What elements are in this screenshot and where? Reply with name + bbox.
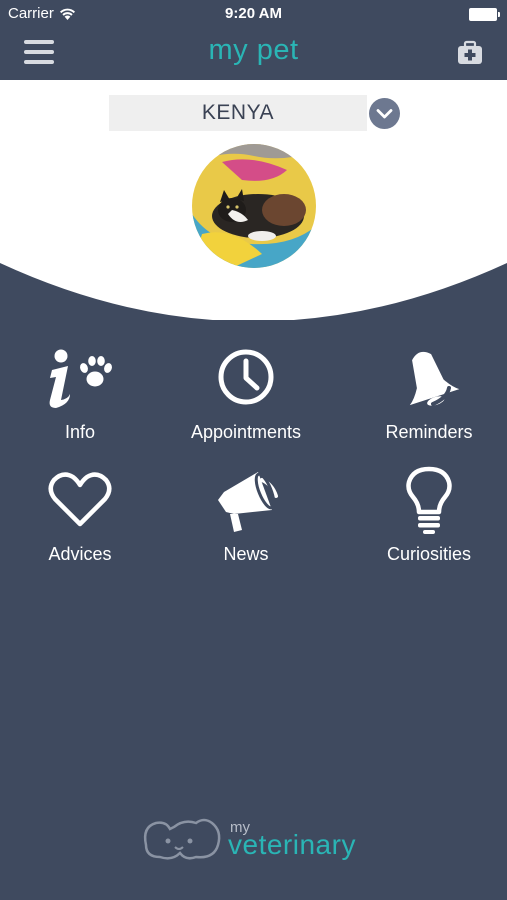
nav-bar: my pet bbox=[0, 28, 507, 80]
bell-icon bbox=[393, 344, 465, 416]
menu-item-info-label: Info bbox=[64, 422, 96, 442]
menu-item-curiosities-label: Curiosities bbox=[386, 544, 472, 564]
medical-kit-button[interactable] bbox=[457, 40, 483, 66]
menu-item-reminders[interactable]: Reminders bbox=[349, 344, 507, 454]
dog-cat-logo-icon bbox=[143, 818, 221, 860]
info-paw-icon bbox=[44, 344, 116, 416]
status-bar: Carrier 9:20 AM bbox=[0, 0, 507, 28]
pet-dropdown-button[interactable] bbox=[369, 98, 400, 129]
menu-item-appointments-label: Appointments bbox=[190, 422, 302, 442]
menu-item-news[interactable]: News bbox=[166, 466, 326, 576]
brand-name: veterinary bbox=[228, 829, 356, 860]
menu-item-advices-label: Advices bbox=[48, 544, 112, 564]
clock-icon bbox=[210, 344, 282, 416]
menu-item-reminders-label: Reminders bbox=[385, 422, 473, 442]
status-time: 9:20 AM bbox=[225, 5, 282, 22]
app-title: my pet bbox=[208, 34, 299, 66]
pet-photo bbox=[192, 144, 316, 268]
pet-avatar[interactable] bbox=[192, 144, 316, 268]
menu-item-info[interactable]: Info bbox=[0, 344, 160, 454]
menu-item-appointments[interactable]: Appointments bbox=[166, 344, 326, 454]
menu-item-advices[interactable]: Advices bbox=[0, 466, 160, 576]
menu-item-news-label: News bbox=[223, 544, 269, 564]
lightbulb-icon bbox=[393, 466, 465, 538]
chevron-down-icon bbox=[376, 109, 393, 119]
pet-selector[interactable]: KENYA bbox=[109, 95, 367, 131]
megaphone-icon bbox=[210, 466, 282, 538]
menu-item-curiosities[interactable]: Curiosities bbox=[349, 466, 507, 576]
brand-logo: my veterinary bbox=[140, 815, 370, 865]
heart-icon bbox=[44, 466, 116, 538]
battery-icon bbox=[469, 8, 500, 21]
